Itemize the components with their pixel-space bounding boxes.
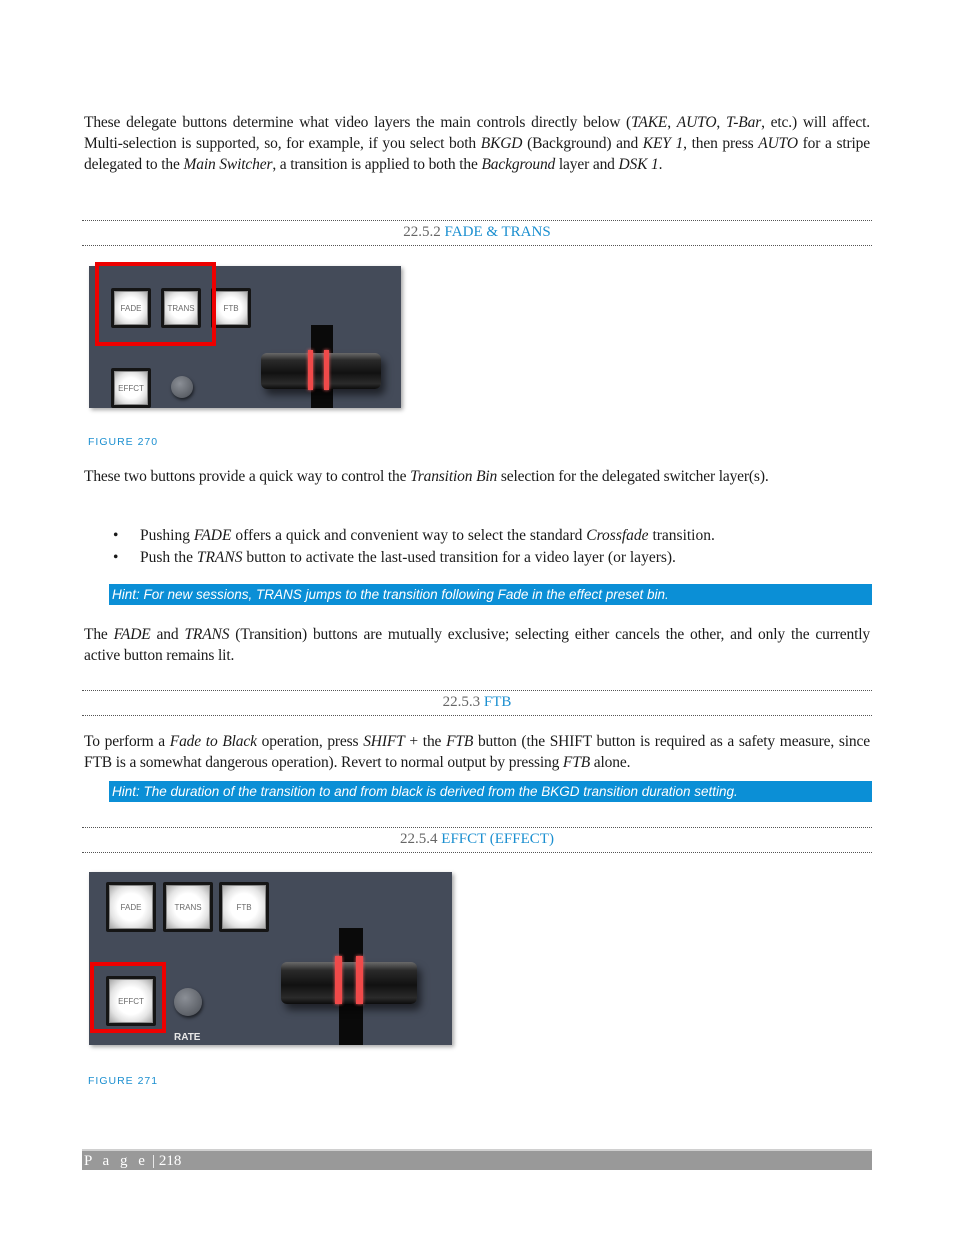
text-run: layer and [555, 156, 619, 173]
emphasis-text: FTB [562, 754, 591, 771]
fade-button-label: FADE [109, 885, 153, 929]
text-run: , [667, 114, 677, 131]
section-title: FTB [483, 694, 512, 710]
emphasis-text: DSK 1 [618, 156, 659, 173]
text-run: Push the [140, 549, 197, 566]
rate-knob [171, 376, 193, 398]
emphasis-text: Crossfade [586, 527, 649, 544]
emphasis-text: T-Bar [725, 114, 762, 131]
emphasis-text: Transition Bin [410, 468, 498, 485]
bullet-text: Push the TRANS button to activate the la… [140, 549, 676, 566]
emphasis-text: KEY 1 [642, 135, 684, 152]
text-run: operation, press [256, 733, 364, 750]
document-page: These delegate buttons determine what vi… [0, 0, 954, 1235]
text-run: . [658, 156, 663, 173]
bullet-item-fade: • Pushing FADE offers a quick and conveni… [84, 525, 870, 547]
text-run: offers a quick and convenient way to sel… [231, 527, 587, 544]
effct-button: EFFCT [111, 368, 151, 408]
two-buttons-paragraph: These two buttons provide a quick way to… [84, 466, 870, 487]
page-label: P a g e [84, 1153, 149, 1169]
emphasis-text: FADE [113, 626, 151, 643]
ftb-button: FTB [211, 288, 251, 328]
page-number: 218 [158, 1153, 182, 1169]
text-run: transition. [648, 527, 715, 544]
emphasis-text: Main Switcher [183, 156, 273, 173]
ftb-button-label: FTB [214, 291, 248, 325]
text-run: , then press [683, 135, 759, 152]
text-run: alone. [590, 754, 631, 771]
text-run: and [150, 626, 185, 643]
trans-button: TRANS [163, 882, 213, 932]
emphasis-text: FADE [193, 527, 232, 544]
emphasis-text: FTB [446, 733, 474, 750]
highlight-box-fade-trans [95, 262, 216, 346]
ftb-button: FTB [219, 882, 269, 932]
text-run: button to activate the last-used transit… [242, 549, 676, 566]
trans-button-label: TRANS [166, 885, 210, 929]
text-run: Pushing [140, 527, 194, 544]
emphasis-text: TRANS [196, 549, 243, 566]
t-bar-handle [261, 353, 381, 389]
emphasis-text: AUTO [758, 135, 798, 152]
text-run: , [716, 114, 726, 131]
emphasis-text: BKGD [480, 135, 523, 152]
ftb-button-label: FTB [222, 885, 266, 929]
section-number: 22.5.4 [400, 831, 438, 847]
highlight-box-effct [90, 962, 166, 1033]
bullet-icon: • [113, 527, 119, 544]
text-run: + the [404, 733, 447, 750]
emphasis-text: AUTO [676, 114, 717, 131]
bullet-list: • Pushing FADE offers a quick and conveni… [84, 525, 870, 569]
ftb-paragraph: To perform a Fade to Black operation, pr… [84, 731, 870, 773]
section-heading-ftb: 22.5.3 FTB [82, 690, 872, 716]
emphasis-text: Fade to Black [169, 733, 257, 750]
text-run: (Background) and [522, 135, 643, 152]
page-separator: | [152, 1153, 156, 1169]
hint-banner-trans: Hint: For new sessions, TRANS jumps to t… [109, 584, 872, 605]
fade-button: FADE [106, 882, 156, 932]
t-bar-led-right [356, 956, 363, 1004]
emphasis-text: TAKE [631, 114, 668, 131]
rate-knob [174, 988, 202, 1016]
text-run: These two buttons provide a quick way to… [84, 468, 411, 485]
section-title: FADE & TRANS [444, 224, 551, 240]
text-run: The [84, 626, 114, 643]
t-bar-led-right [324, 350, 329, 390]
text-run: These delegate buttons determine what vi… [84, 114, 632, 131]
section-number: 22.5.2 [403, 224, 441, 240]
text-run: , a transition is applied to both the [272, 156, 482, 173]
text-run: To perform a [84, 733, 170, 750]
rate-label: RATE [174, 1032, 201, 1043]
section-heading-effct: 22.5.4 EFFCT (EFFECT) [82, 827, 872, 853]
t-bar-led-left [335, 956, 342, 1004]
text-run: selection for the delegated switcher lay… [497, 468, 769, 485]
figure-271-caption: FIGURE 271 [88, 1075, 159, 1087]
figure-270-caption: FIGURE 270 [88, 436, 159, 448]
bullet-item-trans: • Push the TRANS button to activate the l… [84, 547, 870, 569]
section-heading-fade-trans: 22.5.2 FADE & TRANS [82, 220, 872, 246]
bullet-icon: • [113, 549, 119, 566]
exclusive-paragraph: The FADE and TRANS (Transition) buttons … [84, 624, 870, 666]
section-title: EFFCT (EFFECT) [441, 831, 554, 847]
t-bar-led-left [308, 350, 313, 390]
effct-button-label: EFFCT [114, 371, 148, 405]
t-bar-handle [281, 962, 417, 1004]
page-footer: P a g e | 218 [82, 1149, 872, 1170]
emphasis-text: TRANS [184, 626, 230, 643]
emphasis-text: Background [481, 156, 556, 173]
bullet-text: Pushing FADE offers a quick and convenie… [140, 527, 715, 544]
section-number: 22.5.3 [442, 694, 481, 710]
intro-paragraph: These delegate buttons determine what vi… [84, 112, 870, 175]
emphasis-text: SHIFT [363, 733, 405, 750]
hint-banner-ftb: Hint: The duration of the transition to … [109, 781, 872, 802]
